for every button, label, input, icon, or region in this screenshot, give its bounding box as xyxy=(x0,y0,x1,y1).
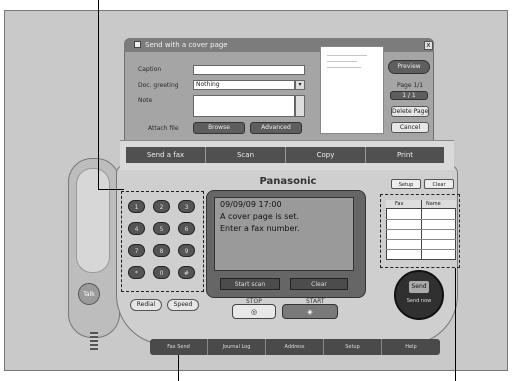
key-0[interactable]: 0 xyxy=(153,266,170,279)
list-row-line xyxy=(386,239,456,240)
note-scrollbar[interactable] xyxy=(295,95,305,117)
send-now-button[interactable]: Send Send now xyxy=(394,270,444,320)
key-5[interactable]: 5 xyxy=(153,222,170,235)
callout-line-keypad xyxy=(98,0,99,190)
list-row-line xyxy=(386,219,456,220)
page-label: Page 1/1 xyxy=(397,82,424,89)
advanced-button[interactable]: Advanced xyxy=(250,122,302,134)
lcd-prompt: Enter a fax number. xyxy=(220,224,300,233)
lcd-datetime: 09/09/09 17:00 xyxy=(220,200,282,209)
browse-button[interactable]: Browse xyxy=(193,122,245,134)
key-4[interactable]: 4 xyxy=(128,222,145,235)
tab-scan[interactable]: Scan xyxy=(206,147,286,163)
attach-label: Attach file xyxy=(148,125,179,132)
tab-help[interactable]: Help xyxy=(382,339,440,355)
list-divider xyxy=(421,200,422,260)
greeting-label: Doc. greeting xyxy=(138,82,179,89)
callout-line-keypad xyxy=(98,189,124,190)
fax-icon: Send xyxy=(409,281,429,293)
chevron-down-icon[interactable]: ▾ xyxy=(295,80,305,90)
tab-send-fax[interactable]: Send a fax xyxy=(126,147,206,163)
caption-input[interactable] xyxy=(193,65,305,75)
tab-address[interactable]: Address xyxy=(266,339,324,355)
key-8[interactable]: 8 xyxy=(153,244,170,257)
key-3[interactable]: 3 xyxy=(178,200,195,213)
key-6[interactable]: 6 xyxy=(178,222,195,235)
caption-label: Caption xyxy=(138,66,162,73)
tab-fax-send[interactable]: Fax Send xyxy=(150,339,208,355)
brand-logo: Panasonic xyxy=(259,176,317,187)
lcd-status: A cover page is set. xyxy=(220,212,300,221)
handset-cord xyxy=(90,332,98,350)
list-row-line xyxy=(386,229,456,230)
tab-print[interactable]: Print xyxy=(366,147,444,163)
checkbox-cover-page[interactable] xyxy=(134,41,141,48)
stop-button[interactable]: ◎ xyxy=(232,304,276,319)
note-textarea[interactable] xyxy=(193,95,295,117)
page-value: 1 / 1 xyxy=(390,91,428,100)
start-button[interactable]: ◈ xyxy=(282,304,338,319)
speed-button[interactable]: Speed xyxy=(167,299,199,311)
close-button[interactable]: x xyxy=(424,41,433,50)
column-name: Name xyxy=(426,201,441,207)
preview-button[interactable]: Preview xyxy=(388,60,430,74)
note-label: Note xyxy=(138,97,153,104)
cancel-button[interactable]: Cancel xyxy=(391,122,429,133)
redial-button[interactable]: Redial xyxy=(130,299,162,311)
key-9[interactable]: 9 xyxy=(178,244,195,257)
tab-journal-log[interactable]: Journal Log xyxy=(208,339,266,355)
delete-page-button[interactable]: Delete Page xyxy=(391,106,429,117)
list-row-line xyxy=(386,249,456,250)
cover-page-title: Send with a cover page xyxy=(145,41,228,49)
talk-button[interactable]: Talk xyxy=(78,283,100,305)
tab-setup[interactable]: Setup xyxy=(324,339,382,355)
handset-grip xyxy=(76,168,110,273)
callout-line-fax-list xyxy=(455,268,456,381)
greeting-select[interactable]: Nothing xyxy=(193,80,295,90)
column-fax: Fax xyxy=(395,201,404,207)
setup-button[interactable]: Setup xyxy=(391,179,421,189)
key-2[interactable]: 2 xyxy=(153,200,170,213)
key-1[interactable]: 1 xyxy=(128,200,145,213)
clear-button[interactable]: Clear xyxy=(290,278,348,290)
key-hash[interactable]: # xyxy=(178,266,195,279)
tab-copy[interactable]: Copy xyxy=(286,147,366,163)
clear-top-button[interactable]: Clear xyxy=(424,179,454,189)
key-7[interactable]: 7 xyxy=(128,244,145,257)
send-now-label: Send now xyxy=(406,298,432,304)
callout-line-bottom-tabs xyxy=(178,355,179,381)
key-star[interactable]: * xyxy=(128,266,145,279)
cover-page-preview xyxy=(320,46,384,134)
start-scan-button[interactable]: Start scan xyxy=(220,278,280,290)
